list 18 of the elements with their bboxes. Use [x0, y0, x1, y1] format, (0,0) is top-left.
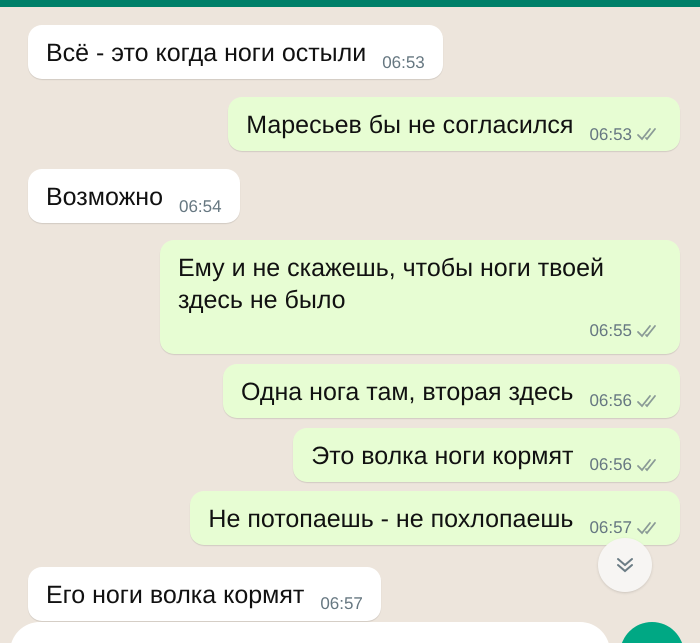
message-time: 06:57	[320, 593, 363, 615]
message-text: Это волка ноги кормят	[311, 440, 574, 472]
message-text: Всё - это когда ноги остыли	[46, 38, 366, 69]
message-text: Его ноги волка кормят	[46, 580, 304, 610]
message-text: Возможно	[46, 182, 164, 213]
scroll-down-button[interactable]	[598, 538, 652, 592]
message-time: 06:54	[179, 196, 222, 218]
message-time: 06:53	[589, 124, 632, 146]
message-time: 06:53	[382, 52, 425, 74]
double-chevron-down-icon	[615, 556, 635, 574]
message-text: Ему и не скажешь, чтобы ноги твоей здесь не было	[178, 253, 605, 316]
message-text: Одна нога там, вторая здесь	[241, 376, 574, 408]
message-text: Не потопаешь - не похлопаешь	[208, 504, 574, 534]
message-time: 06:56	[589, 390, 632, 412]
message-time: 06:55	[589, 320, 632, 342]
message-text: Маресьев бы не согласился	[246, 110, 574, 141]
message-time: 06:56	[589, 454, 632, 476]
message-time: 06:57	[589, 517, 632, 539]
